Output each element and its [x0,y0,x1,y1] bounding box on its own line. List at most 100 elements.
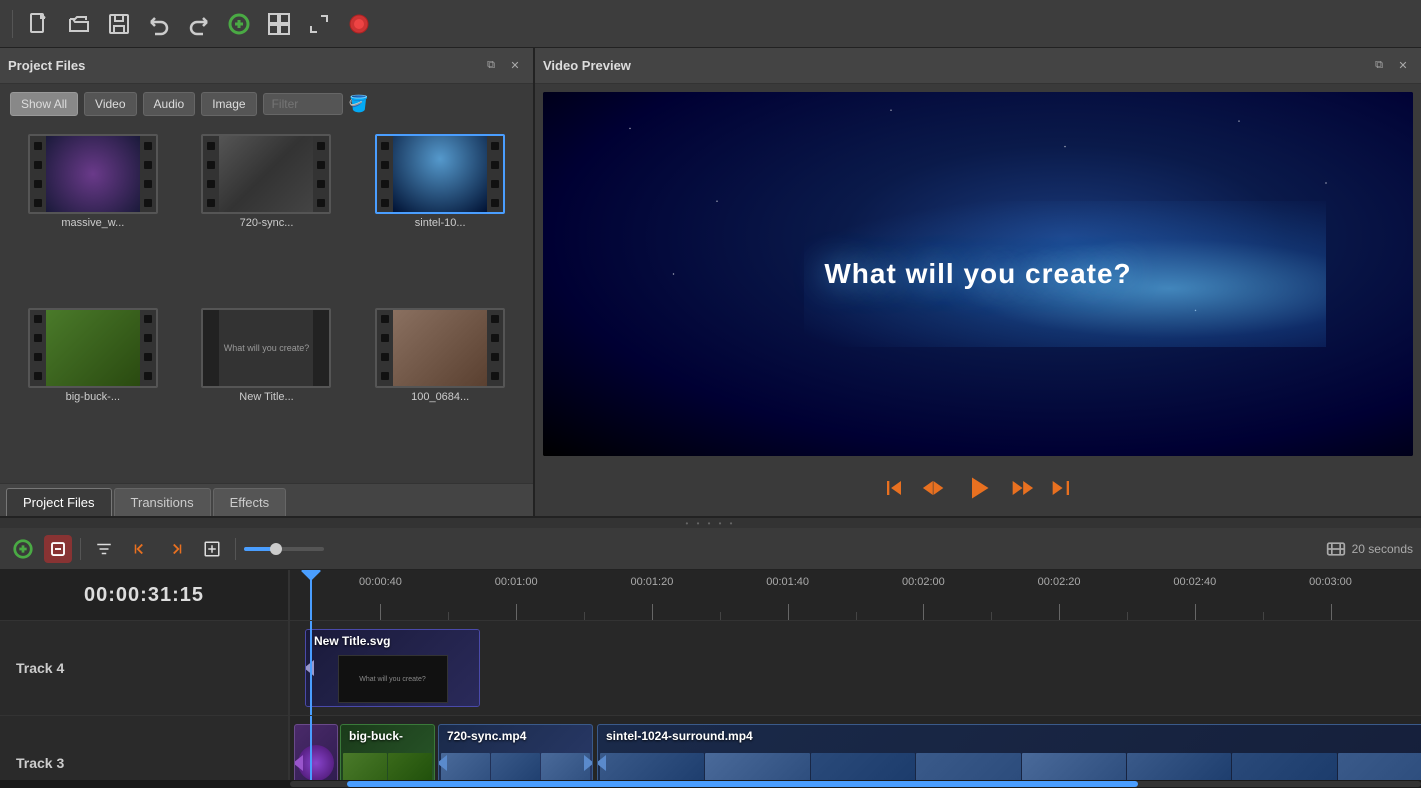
video-controls [535,464,1421,516]
rewind-button[interactable] [920,474,948,502]
thumb-inner [219,136,313,212]
ruler-tick [923,604,924,620]
main-toolbar [0,0,1421,48]
top-section: Project Files ⧉ ✕ Show All Video Audio I… [0,48,1421,518]
playhead-diamond [301,570,321,581]
panel-restore-button[interactable]: ⧉ [481,56,501,76]
jump-end-button[interactable] [1048,474,1076,502]
thumb-inner: What will you create? [219,310,313,386]
add-track-button[interactable] [8,535,38,563]
filter-clear-button[interactable]: 🪣 [349,94,369,114]
film-strip-right [313,136,329,212]
file-name: big-buck-... [66,391,120,403]
filter-all-button[interactable]: Show All [10,92,78,116]
track-4-name: Track 4 [16,660,64,676]
track-playhead-line [310,621,312,715]
center-button[interactable] [197,535,227,563]
timeline-ruler[interactable]: 00:00:40 00:01:00 00:01:20 00:01:40 00:0… [290,570,1421,620]
film-strip-right [140,136,156,212]
file-item[interactable]: What will you create? New Title... [182,306,352,476]
new-file-button[interactable] [21,6,57,42]
open-file-button[interactable] [61,6,97,42]
filter-image-button[interactable]: Image [201,92,256,116]
record-button[interactable] [341,6,377,42]
title-clip[interactable]: New Title.svg What will you create? [305,629,480,707]
ruler-label: 00:01:00 [495,576,538,588]
720sync-clip[interactable]: 720-sync.mp4 [438,724,593,780]
ruler-tick [1331,604,1332,620]
playhead[interactable] [310,570,312,620]
timeline-duration: 20 seconds [1326,541,1413,557]
scrollbar-thumb[interactable] [347,781,1139,787]
file-item[interactable]: big-buck-... [8,306,178,476]
file-thumbnail [28,308,158,388]
thumb-inner [393,310,487,386]
bottom-scrollbar[interactable] [0,780,1421,788]
play-button[interactable] [960,470,996,506]
jump-start-button[interactable] [880,474,908,502]
small-clip[interactable] [294,724,338,780]
prev-marker-button[interactable] [125,535,155,563]
add-button[interactable] [221,6,257,42]
video-screen: What will you create? [543,92,1413,456]
thumb-inner [393,136,487,212]
filter-video-button[interactable]: Video [84,92,136,116]
zoom-thumb[interactable] [270,543,282,555]
file-item[interactable]: massive_w... [8,132,178,302]
left-panel-header: Project Files ⧉ ✕ [0,48,533,84]
filter-input[interactable] [263,93,343,115]
ruler-label: 00:01:20 [630,576,673,588]
big-buck-clip[interactable]: big-buck- [340,724,435,780]
video-preview-text: What will you create? [824,258,1131,290]
file-item-selected[interactable]: sintel-10... [355,132,525,302]
film-strip-left [30,136,46,212]
filter-audio-button[interactable]: Audio [143,92,196,116]
left-panel-tabs: Project Files Transitions Effects [0,483,533,516]
fast-forward-button[interactable] [1008,474,1036,502]
duration-icon [1326,541,1346,557]
timecode-display: 00:00:31:15 [0,570,290,620]
save-file-button[interactable] [101,6,137,42]
panel-drag-handle[interactable]: • • • • • [0,518,1421,528]
tracks-container: Track 4 Track 3 New Title.svg [0,621,1421,780]
file-thumbnail [375,134,505,214]
ruler-tick [1059,604,1060,620]
timeline-toolbar-sep2 [235,538,236,560]
fullscreen-button[interactable] [301,6,337,42]
ruler-tick [652,604,653,620]
video-panel-close-button[interactable]: ✕ [1393,56,1413,76]
thumb-inner [46,310,140,386]
drag-dots: • • • • • [686,519,736,528]
clip-preview: What will you create? [338,655,448,703]
tracks-timeline[interactable]: New Title.svg What will you create? [290,621,1421,780]
track3-playhead [310,716,312,780]
filter-tracks-button[interactable] [89,535,119,563]
file-name: 100_0684... [411,391,469,403]
toolbar-separator [12,10,13,38]
duration-label: 20 seconds [1352,542,1413,556]
video-panel-restore-button[interactable]: ⧉ [1369,56,1389,76]
sintel-clip[interactable]: sintel-1024-surround.mp4 [597,724,1421,780]
tab-effects[interactable]: Effects [213,488,287,516]
ruler-minor-tick [856,612,857,620]
clip-right-handle [584,755,593,771]
file-item[interactable]: 100_0684... [355,306,525,476]
tracks-labels: Track 4 Track 3 [0,621,290,780]
tab-transitions[interactable]: Transitions [114,488,211,516]
film-strip-right [140,310,156,386]
redo-button[interactable] [181,6,217,42]
tab-project-files[interactable]: Project Files [6,488,112,516]
ruler-minor-tick [448,612,449,620]
clip-label: sintel-1024-surround.mp4 [606,729,753,743]
next-marker-button[interactable] [161,535,191,563]
zoom-slider[interactable] [244,547,324,551]
panel-header-icons: ⧉ ✕ [481,56,525,76]
clip-left-handle [294,755,303,771]
timeline-body: 00:00:31:15 00:00:40 00:01:00 00:01:20 0… [0,570,1421,788]
delete-track-button[interactable] [44,535,72,563]
layout-button[interactable] [261,6,297,42]
panel-close-button[interactable]: ✕ [505,56,525,76]
ruler-minor-tick [720,612,721,620]
undo-button[interactable] [141,6,177,42]
file-item[interactable]: 720-sync... [182,132,352,302]
